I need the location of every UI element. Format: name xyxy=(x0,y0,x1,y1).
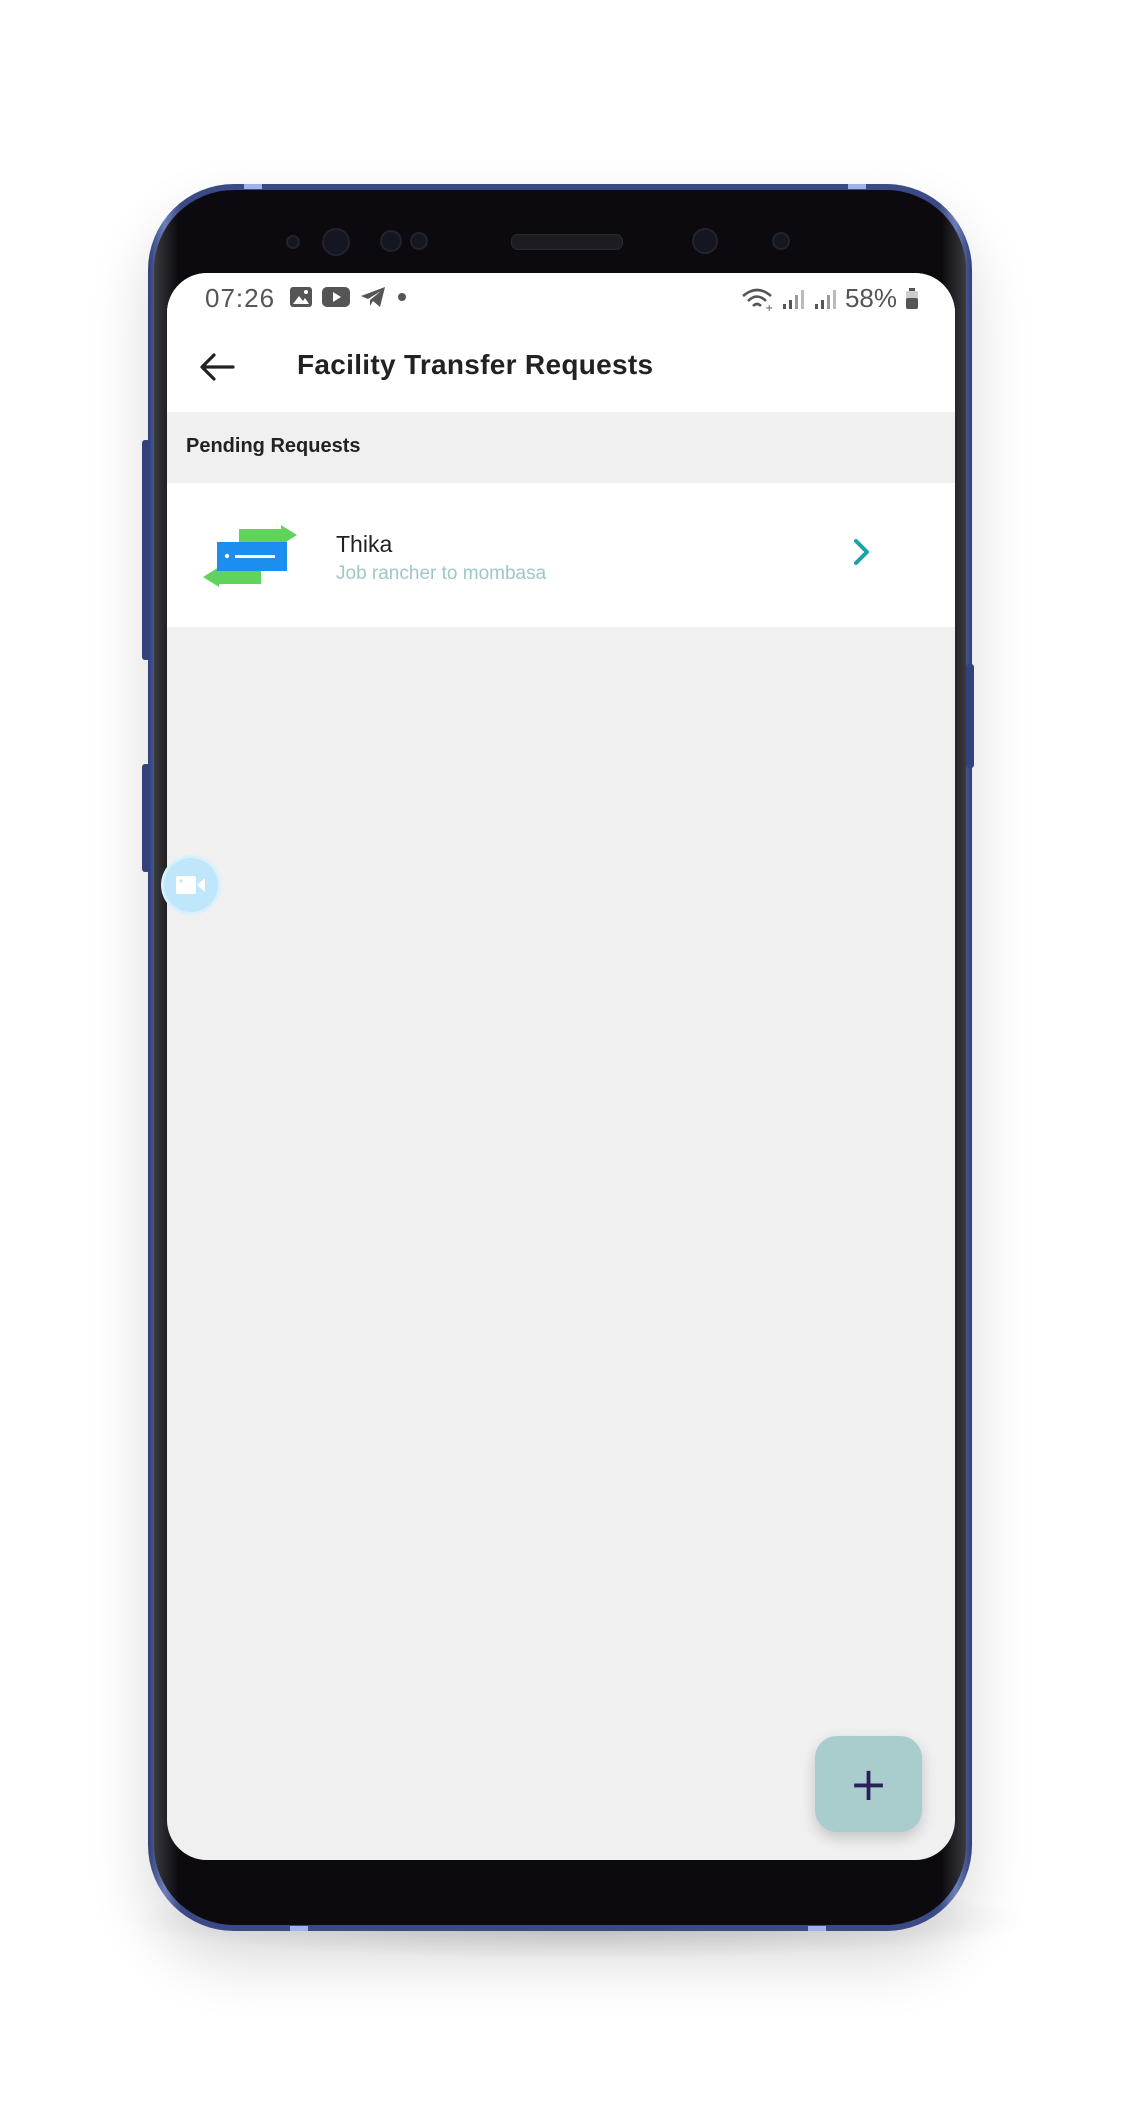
dot-icon xyxy=(398,293,406,301)
frame-accent xyxy=(848,184,866,189)
status-time: 07:26 xyxy=(205,283,276,313)
status-bar: 07:26 + 58% xyxy=(167,273,955,323)
signal-icon xyxy=(814,289,836,309)
front-camera xyxy=(322,228,350,256)
request-subtitle: Job rancher to mombasa xyxy=(336,563,547,584)
add-request-button[interactable]: + xyxy=(815,1736,922,1832)
power-button xyxy=(966,664,974,768)
app-screen: 07:26 + 58% Facility Transfer Requests P… xyxy=(167,273,955,1860)
request-title: Thika xyxy=(336,531,393,557)
video-camera-icon xyxy=(176,876,205,894)
image-icon xyxy=(290,287,312,307)
earpiece xyxy=(511,234,623,250)
back-button[interactable] xyxy=(195,345,239,389)
iris-scanner xyxy=(692,228,718,254)
frame-accent xyxy=(808,1926,826,1931)
back-arrow-icon xyxy=(200,353,235,381)
volume-button xyxy=(142,440,150,660)
section-header: Pending Requests xyxy=(167,412,955,483)
youtube-icon xyxy=(322,287,350,307)
screen-recorder-bubble[interactable] xyxy=(164,858,218,912)
page-title: Facility Transfer Requests xyxy=(297,349,654,380)
svg-text:+: + xyxy=(765,303,773,311)
battery-percent: 58% xyxy=(844,283,897,313)
notification-icons xyxy=(289,285,409,309)
add-icon: + xyxy=(849,1757,888,1811)
battery-icon xyxy=(906,287,918,309)
frame-accent xyxy=(290,1926,308,1931)
frame-accent xyxy=(244,184,262,189)
wifi-icon: + xyxy=(742,288,773,311)
signal-icon xyxy=(782,289,804,309)
section-label: Pending Requests xyxy=(186,435,361,457)
sensor-dot xyxy=(772,232,790,250)
telegram-icon xyxy=(361,287,385,307)
sensor-dot xyxy=(380,230,402,252)
transfer-icon xyxy=(203,525,297,587)
app-bar: Facility Transfer Requests xyxy=(167,323,955,412)
sensor-dot xyxy=(286,235,300,249)
chevron-right-icon xyxy=(854,539,869,565)
bixby-button xyxy=(142,764,150,872)
request-list-item[interactable]: Thika Job rancher to mombasa xyxy=(167,483,955,627)
system-icons: + 58% xyxy=(741,283,919,314)
sensor-dot xyxy=(410,232,428,250)
